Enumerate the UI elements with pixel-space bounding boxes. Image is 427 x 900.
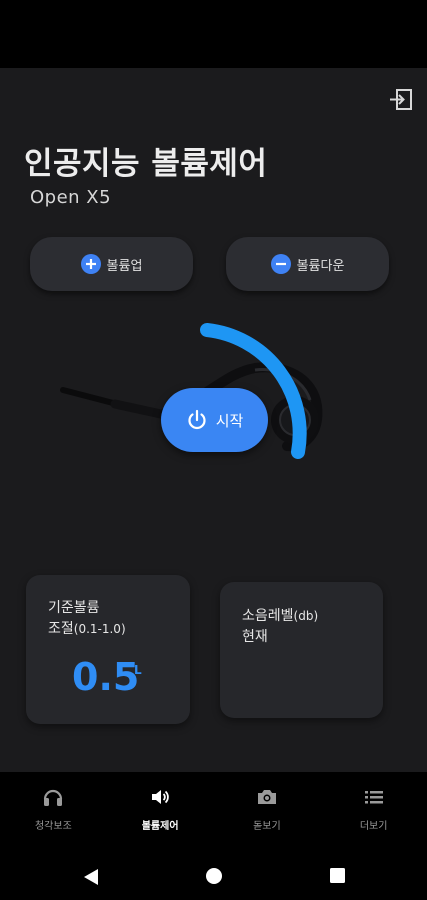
plus-circle-icon: [80, 254, 101, 274]
noise-level-card: 소음레벨(db) 현재: [220, 582, 383, 718]
base-volume-label: 기준볼륨 조절(0.1-1.0): [48, 598, 126, 640]
base-volume-card[interactable]: 기준볼륨 조절(0.1-1.0) 0.5 L: [26, 575, 190, 724]
volume-up-label: 볼륨업: [106, 258, 143, 274]
nav-item-hearing-aid[interactable]: 청각보조: [0, 772, 107, 856]
volume-down-label: 볼륨다운: [296, 258, 345, 274]
base-volume-label-line1: 기준볼륨: [48, 600, 100, 616]
exit-icon: [390, 89, 412, 110]
noise-level-label-line1: 소음레벨: [242, 608, 294, 624]
speaker-icon: [152, 790, 169, 804]
camera-icon: [257, 790, 276, 804]
nav-label-more: 더보기: [359, 821, 388, 832]
exit-button[interactable]: [388, 88, 414, 112]
nav-label-magnifier: 돋보기: [253, 821, 281, 832]
volume-up-button[interactable]: 볼륨업: [30, 237, 193, 291]
home-circle-icon[interactable]: [205, 867, 223, 885]
base-volume-value: 0.5: [72, 655, 140, 699]
recents-square-icon[interactable]: [329, 867, 346, 884]
nav-item-volume-control[interactable]: 볼륨제어: [107, 772, 214, 856]
start-button[interactable]: 시작: [161, 388, 268, 452]
nav-label-volume-control: 볼륨제어: [141, 821, 179, 832]
headphones-icon: [44, 789, 63, 806]
nav-item-magnifier[interactable]: 돋보기: [214, 772, 321, 856]
base-volume-range: (0.1-1.0): [73, 622, 126, 636]
minus-circle-icon: [270, 254, 291, 274]
list-icon: [364, 791, 383, 804]
start-label: 시작: [215, 411, 244, 430]
device-model: Open X5: [30, 187, 112, 208]
base-volume-unit: L: [134, 663, 142, 677]
noise-level-unit: (db): [293, 609, 319, 623]
base-volume-label-line2: 조절: [48, 621, 74, 637]
back-triangle-icon[interactable]: [82, 867, 100, 887]
page-title: 인공지능 볼륨제어: [24, 146, 268, 182]
bottom-nav: 청각보조 볼륨제어 돋보기 더보기: [0, 772, 427, 856]
nav-item-more[interactable]: 더보기: [320, 772, 427, 856]
system-navigation-bar: [0, 856, 427, 900]
noise-level-label-line2: 현재: [242, 629, 268, 645]
nav-label-hearing-aid: 청각보조: [34, 821, 72, 832]
volume-down-button[interactable]: 볼륨다운: [226, 237, 389, 291]
noise-level-label: 소음레벨(db) 현재: [242, 606, 318, 648]
power-icon: [188, 409, 206, 430]
status-bar: [0, 0, 427, 68]
